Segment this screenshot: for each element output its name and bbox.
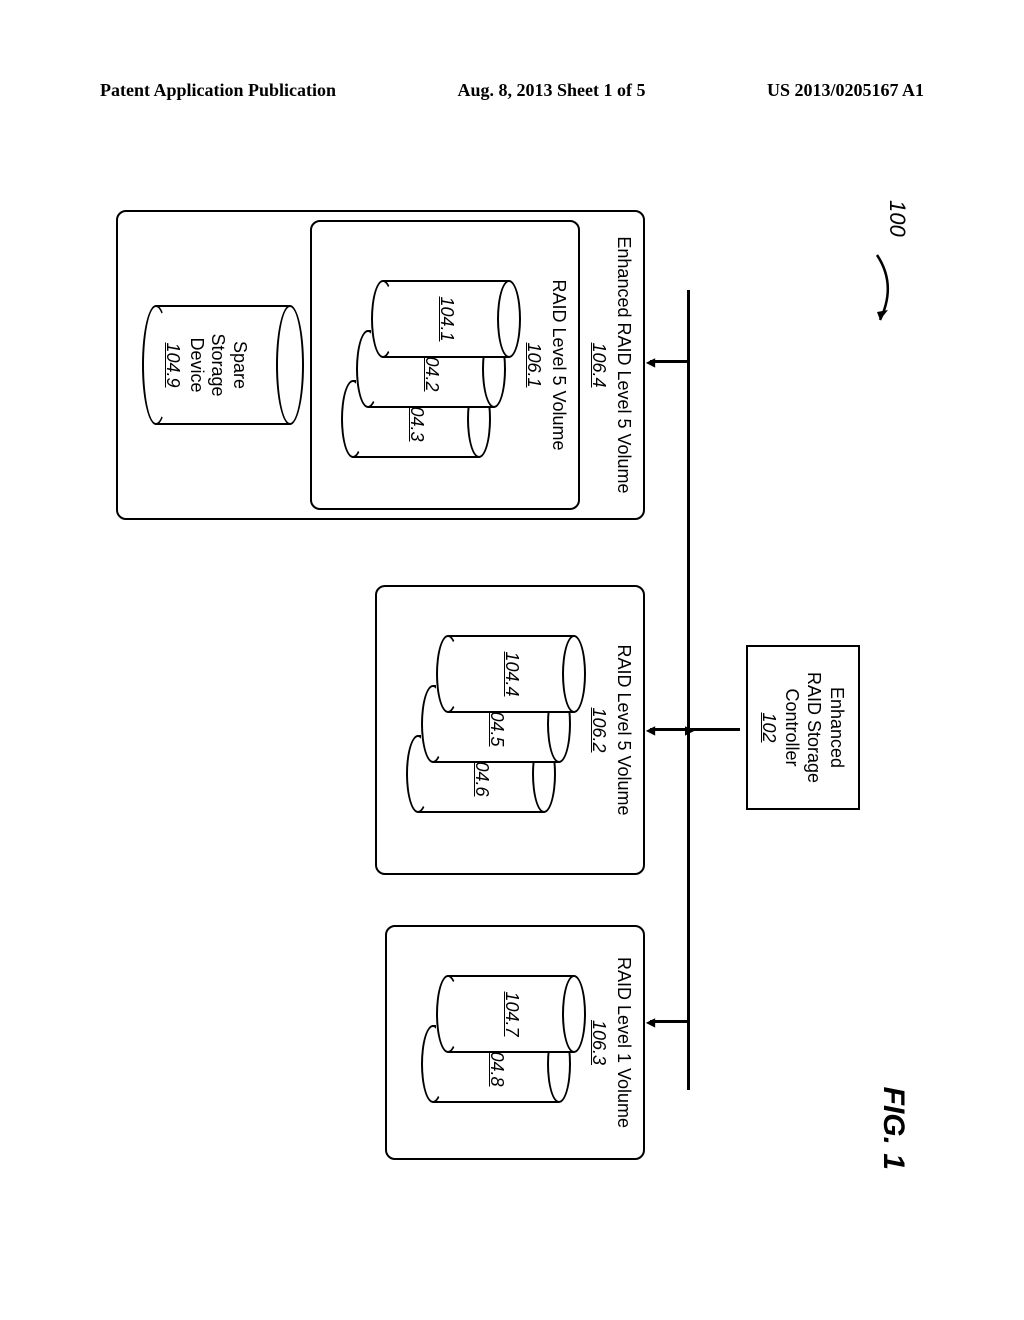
disk-ref: 104.4 [501,635,522,713]
header-right: US 2013/0205167 A1 [767,80,924,101]
enhanced-vol-title: Enhanced RAID Level 5 Volume 106.4 [588,220,635,510]
raid5-volume-box: RAID Level 5 Volume 106.2 104.4 104.5 10… [375,585,645,875]
inner-raid5-title-text: RAID Level 5 Volume [549,279,569,450]
raid5-vol-title: RAID Level 5 Volume 106.2 [588,595,635,865]
spare-ref: 104.9 [162,305,184,425]
spare-label-line: Device [187,337,207,392]
inner-raid5-ref: 106.1 [523,230,546,500]
controller-line3: Controller [781,655,804,800]
inner-raid5-box: RAID Level 5 Volume 106.1 104.1 104.2 10… [310,220,580,510]
disk-cylinder-icon: 104.1 [371,280,511,358]
disk-ref: 104.7 [501,975,522,1053]
disk-row-raid1: 104.7 104.8 [426,935,576,1150]
arrow-up-icon: ▲ [681,723,697,739]
figure-label: FIG. 1 [876,1087,910,1170]
raid1-vol-ref: 106.3 [588,935,611,1150]
enhanced-vol-ref: 106.4 [588,220,611,510]
ref-arrow-icon [862,250,902,330]
enhanced-vol-title-text: Enhanced RAID Level 5 Volume [614,236,634,493]
raid5-vol-title-text: RAID Level 5 Volume [614,644,634,815]
controller-line2: RAID Storage [803,655,826,800]
raid5-vol-ref: 106.2 [588,595,611,865]
disk-cylinder-icon: 104.4 [436,635,576,713]
raid1-vol-title-text: RAID Level 1 Volume [614,957,634,1128]
figure-area: 100 FIG. 1 Enhanced RAID Storage Control… [10,280,1010,1100]
controller-ref: 102 [758,655,781,800]
disk-cylinder-icon: 104.7 [436,975,576,1053]
header-left: Patent Application Publication [100,80,336,101]
bus-line [687,290,690,1090]
raid1-vol-title: RAID Level 1 Volume 106.3 [588,935,635,1150]
page-header: Patent Application Publication Aug. 8, 2… [100,80,924,101]
disk-row-raid5: 104.4 104.5 104.6 [426,595,576,865]
disk-row-enhanced: 104.1 104.2 104.3 [361,230,511,500]
raid1-volume-box: RAID Level 1 Volume 106.3 104.7 104.8 [385,925,645,1160]
inner-raid5-title: RAID Level 5 Volume 106.1 [523,230,570,500]
spare-disk-cylinder-icon: Spare Storage Device 104.9 [142,305,292,425]
system-ref: 100 [884,200,910,237]
enhanced-raid5-volume-box: Enhanced RAID Level 5 Volume 106.4 RAID … [116,210,645,520]
spare-label-line: Spare [230,341,250,389]
header-center: Aug. 8, 2013 Sheet 1 of 5 [458,80,646,101]
controller-box: Enhanced RAID Storage Controller 102 [746,645,860,810]
controller-line1: Enhanced [826,655,849,800]
spare-label-line: Storage [208,333,228,396]
spare-disk-wrap: Spare Storage Device 104.9 [132,220,292,510]
disk-ref: 104.1 [436,280,457,358]
